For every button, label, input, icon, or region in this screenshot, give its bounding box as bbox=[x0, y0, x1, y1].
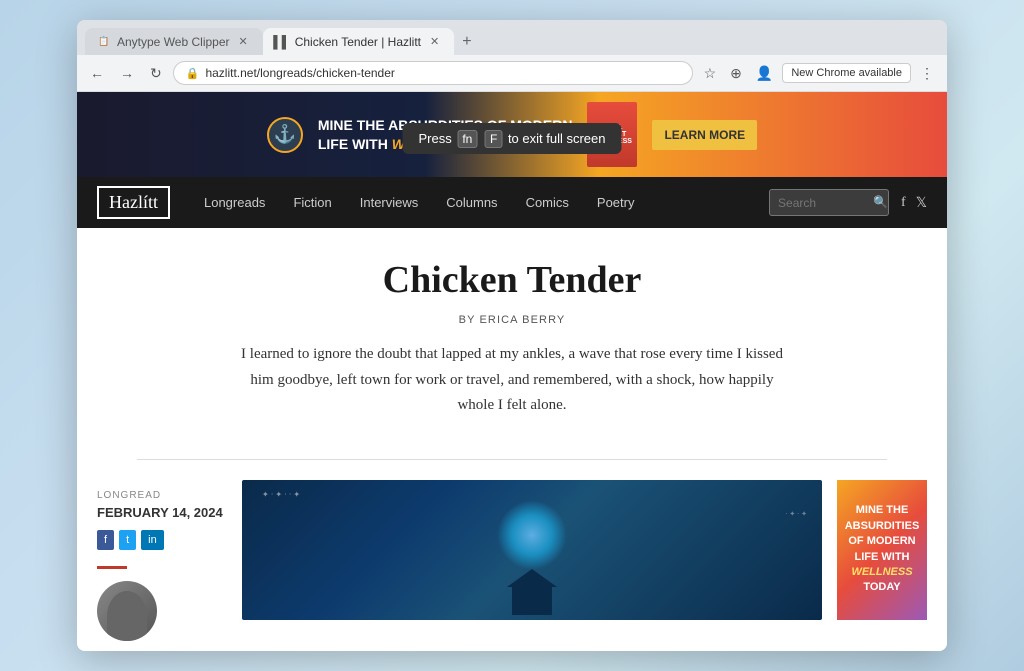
nav-poetry[interactable]: Poetry bbox=[583, 177, 649, 228]
tab-label-hazlitt: Chicken Tender | Hazlitt bbox=[295, 35, 421, 49]
browser-window: 📋 Anytype Web Clipper ✕ ▌▌ Chicken Tende… bbox=[77, 20, 947, 651]
sidebar-category: LONGREAD bbox=[97, 490, 227, 501]
article-title: Chicken Tender bbox=[157, 258, 867, 302]
byline-prefix: BY bbox=[459, 314, 476, 326]
tab-label-anytype: Anytype Web Clipper bbox=[117, 35, 230, 49]
avatar-silhouette bbox=[107, 591, 147, 641]
anchor-icon: ⚓ bbox=[267, 117, 303, 153]
toolbar-right: ☆ ⊕ 👤 New Chrome available ⋮ bbox=[699, 62, 939, 85]
nav-columns[interactable]: Columns bbox=[432, 177, 511, 228]
side-ad-line3: OF MODERN bbox=[848, 535, 915, 547]
article-header: Chicken Tender BY ERICA BERRY I learned … bbox=[77, 228, 947, 439]
tab-hazlitt[interactable]: ▌▌ Chicken Tender | Hazlitt ✕ bbox=[263, 28, 455, 55]
nav-interviews[interactable]: Interviews bbox=[346, 177, 433, 228]
learn-more-button[interactable]: LEARN MORE bbox=[652, 120, 757, 150]
author-avatar bbox=[97, 581, 157, 641]
fullscreen-tooltip: Press fn F to exit full screen bbox=[403, 123, 622, 154]
twitter-icon[interactable]: 𝕏 bbox=[916, 194, 927, 211]
key-fn: fn bbox=[457, 130, 477, 148]
search-icon: 🔍 bbox=[873, 195, 888, 210]
side-ad-line5: TODAY bbox=[863, 581, 900, 593]
stars-right: · ✦ · ✦ bbox=[785, 510, 807, 518]
nav-longreads[interactable]: Longreads bbox=[190, 177, 279, 228]
share-facebook-button[interactable]: f bbox=[97, 530, 114, 550]
social-share-buttons: f t in bbox=[97, 530, 227, 550]
stars-decoration: ✦ · ✦ · · ✦ bbox=[262, 490, 300, 499]
new-tab-button[interactable]: + bbox=[454, 29, 479, 55]
side-ad-text: MINE THE ABSURDITIES OF MODERN LIFE WITH… bbox=[845, 503, 920, 595]
side-ad-line2: ABSURDITIES bbox=[845, 520, 920, 532]
new-chrome-button[interactable]: New Chrome available bbox=[782, 63, 911, 83]
side-ad-line4: LIFE WITH bbox=[855, 551, 910, 563]
sidebar-left: LONGREAD FEBRUARY 14, 2024 f t in bbox=[97, 480, 227, 651]
tab-anytype[interactable]: 📋 Anytype Web Clipper ✕ bbox=[85, 28, 263, 55]
bottom-section: LONGREAD FEBRUARY 14, 2024 f t in ✦ · ✦ bbox=[77, 480, 947, 651]
tab-close-hazlitt[interactable]: ✕ bbox=[427, 34, 442, 49]
address-bar[interactable]: 🔒 hazlitt.net/longreads/chicken-tender bbox=[173, 61, 693, 85]
share-twitter-button[interactable]: t bbox=[119, 530, 136, 550]
address-text: hazlitt.net/longreads/chicken-tender bbox=[205, 66, 394, 80]
browser-toolbar: ← → ↻ 🔒 hazlitt.net/longreads/chicken-te… bbox=[77, 55, 947, 92]
facebook-icon[interactable]: f bbox=[901, 195, 906, 211]
search-input[interactable] bbox=[778, 196, 868, 210]
side-ad-highlight: WELLNESS bbox=[851, 566, 912, 578]
back-button[interactable]: ← bbox=[85, 62, 109, 84]
extension-button[interactable]: ⊕ bbox=[725, 62, 747, 85]
profile-button[interactable]: 👤 bbox=[751, 62, 778, 85]
nav-comics[interactable]: Comics bbox=[512, 177, 583, 228]
menu-button[interactable]: ⋮ bbox=[915, 62, 939, 85]
nav-fiction[interactable]: Fiction bbox=[279, 177, 345, 228]
share-linkedin-button[interactable]: in bbox=[141, 530, 164, 550]
tab-favicon-hazlitt: ▌▌ bbox=[275, 35, 289, 49]
tab-favicon-anytype: 📋 bbox=[97, 35, 111, 49]
article-divider bbox=[137, 459, 887, 460]
nav-search-box[interactable]: 🔍 bbox=[769, 189, 889, 216]
site-nav: Hazlítt Longreads Fiction Interviews Col… bbox=[77, 177, 947, 228]
main-article-image: ✦ · ✦ · · ✦ · ✦ · ✦ bbox=[242, 480, 822, 620]
ad-line2: LIFE WITH bbox=[318, 136, 388, 152]
house-shape bbox=[512, 585, 552, 615]
key-f: F bbox=[485, 130, 502, 148]
reload-button[interactable]: ↻ bbox=[145, 62, 167, 85]
bookmark-button[interactable]: ☆ bbox=[699, 62, 722, 85]
article-byline: BY ERICA BERRY bbox=[157, 314, 867, 326]
side-advertisement[interactable]: MINE THE ABSURDITIES OF MODERN LIFE WITH… bbox=[837, 480, 927, 620]
browser-titlebar: 📋 Anytype Web Clipper ✕ ▌▌ Chicken Tende… bbox=[77, 20, 947, 55]
site-logo[interactable]: Hazlítt bbox=[97, 186, 170, 219]
article-excerpt: I learned to ignore the doubt that lappe… bbox=[232, 342, 792, 419]
forward-button[interactable]: → bbox=[115, 62, 139, 84]
nav-social: f 𝕏 bbox=[901, 194, 927, 211]
website-content: ⚓ MINE THE ABSURDITIES OF MODERN LIFE WI… bbox=[77, 92, 947, 651]
sidebar-date: FEBRUARY 14, 2024 bbox=[97, 505, 227, 520]
lock-icon: 🔒 bbox=[186, 67, 200, 80]
side-ad-line1: MINE THE bbox=[856, 504, 909, 516]
nav-links: Longreads Fiction Interviews Columns Com… bbox=[190, 177, 769, 228]
moon-image bbox=[497, 500, 567, 570]
article-author: ERICA BERRY bbox=[479, 314, 565, 326]
sidebar-rule bbox=[97, 566, 127, 569]
tab-close-anytype[interactable]: ✕ bbox=[236, 34, 251, 49]
